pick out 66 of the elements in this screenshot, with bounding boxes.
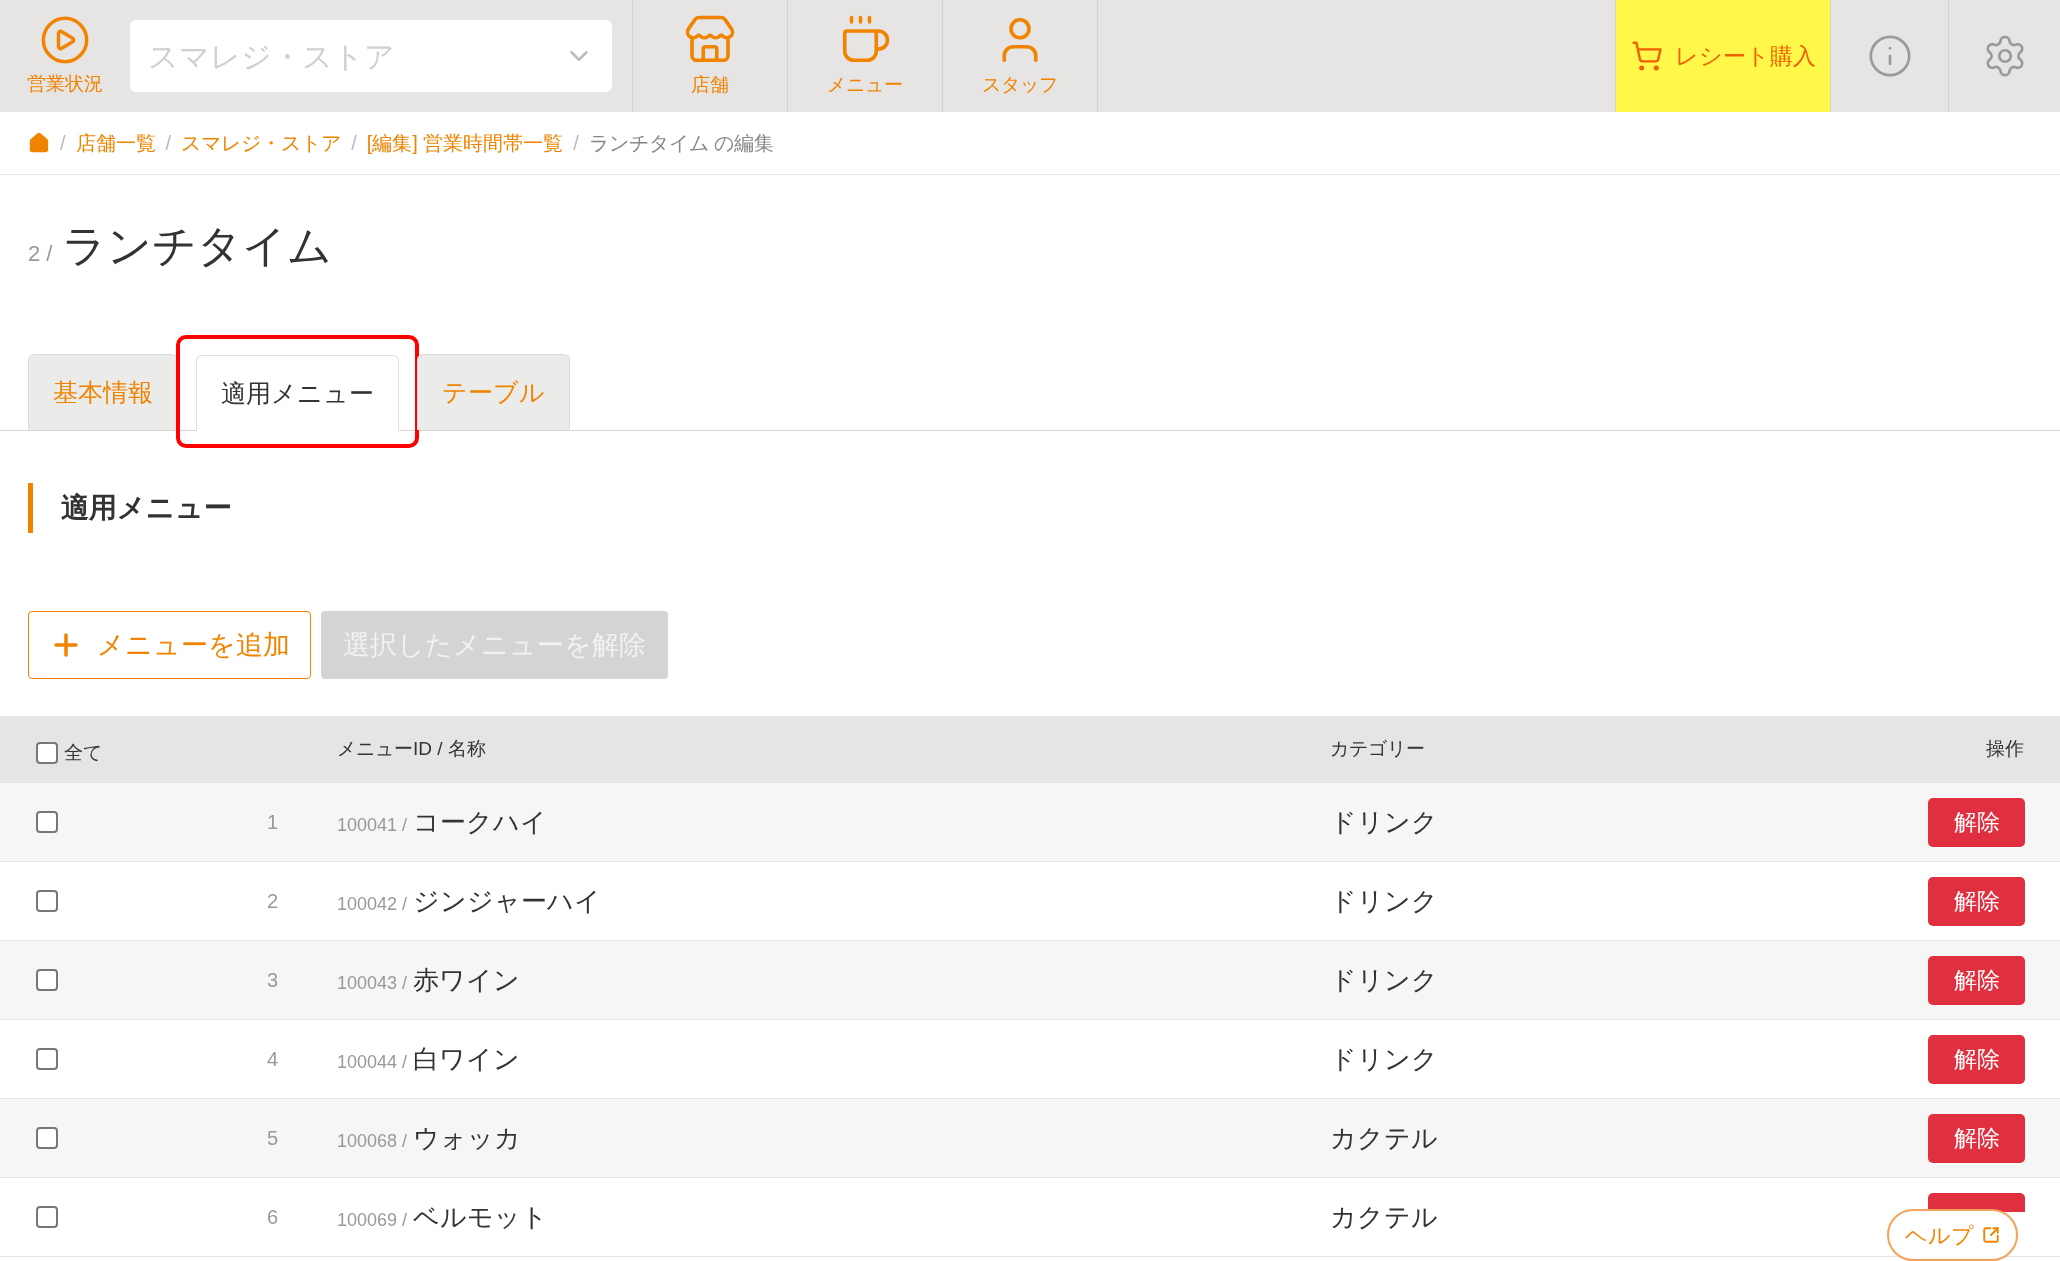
remove-button[interactable]: 解除 bbox=[1928, 876, 2025, 926]
row-checkbox[interactable] bbox=[36, 1048, 58, 1070]
menu-id: 100044 / bbox=[337, 1050, 408, 1074]
menu-id: 100041 / bbox=[337, 813, 408, 837]
menu-id: 100069 / bbox=[337, 1208, 408, 1232]
category-cell-text: ドリンク bbox=[1330, 884, 1438, 918]
external-link-icon bbox=[1982, 1226, 2000, 1244]
nav-item[interactable]: 店舗 bbox=[632, 0, 787, 112]
row-number: 2 bbox=[265, 889, 278, 914]
breadcrumb-link[interactable]: [編集] 営業時間帯一覧 bbox=[366, 128, 564, 158]
menu-name: ベルモット bbox=[413, 1200, 549, 1234]
heading-accent-bar bbox=[28, 483, 33, 533]
title-number: 2 / bbox=[28, 240, 53, 268]
page-title: ランチタイム bbox=[62, 220, 333, 272]
home-icon[interactable] bbox=[28, 132, 50, 154]
category-cell-text: ドリンク bbox=[1330, 805, 1438, 839]
row-checkbox[interactable] bbox=[36, 890, 58, 912]
breadcrumb-current: ランチタイム の編集 bbox=[588, 131, 775, 156]
tab[interactable]: テーブル bbox=[417, 354, 570, 430]
category-cell-text: ドリンク bbox=[1330, 1042, 1438, 1076]
select-all-label: 全て bbox=[64, 741, 102, 766]
column-header: メニューID / 名称 bbox=[337, 737, 487, 762]
breadcrumb-link[interactable]: 店舗一覧 bbox=[75, 128, 156, 158]
row-checkbox[interactable] bbox=[36, 1206, 58, 1228]
row-number: 5 bbox=[265, 1126, 278, 1151]
row-checkbox[interactable] bbox=[36, 811, 58, 833]
column-header: カテゴリー bbox=[1330, 737, 1426, 762]
add-menu-button[interactable]: メニューを追加 bbox=[28, 611, 311, 679]
row-checkbox[interactable] bbox=[36, 1127, 58, 1149]
breadcrumb-separator: / bbox=[165, 131, 172, 156]
remove-button[interactable] bbox=[1928, 1192, 2025, 1212]
row-number: 1 bbox=[265, 810, 278, 835]
tab[interactable]: 基本情報 bbox=[28, 354, 178, 430]
remove-button[interactable]: 解除 bbox=[1928, 797, 2025, 847]
menu-id: 100043 / bbox=[337, 971, 408, 995]
category-cell-text: カクテル bbox=[1330, 1200, 1438, 1234]
remove-button[interactable]: 解除 bbox=[1928, 1113, 2025, 1163]
nav-item[interactable]: メニュー bbox=[787, 0, 942, 112]
column-header: 操作 bbox=[1986, 737, 2025, 762]
row-number: 4 bbox=[265, 1047, 278, 1072]
status-button[interactable]: 営業状況 bbox=[0, 0, 130, 112]
menu-id: 100068 / bbox=[337, 1129, 408, 1153]
row-number: 3 bbox=[265, 968, 278, 993]
remove-button[interactable]: 解除 bbox=[1928, 1034, 2025, 1084]
menu-name: 白ワイン bbox=[413, 1042, 521, 1076]
breadcrumb-link[interactable]: スマレジ・ストア bbox=[181, 128, 342, 158]
floating-help-button[interactable]: ヘルプ bbox=[1887, 1209, 2018, 1261]
menu-name: ウォッカ bbox=[413, 1121, 522, 1155]
menu-name: ジンジャーハイ bbox=[413, 884, 602, 918]
menu-id: 100042 / bbox=[337, 892, 408, 916]
breadcrumb-separator: / bbox=[573, 131, 579, 156]
remove-button[interactable]: 解除 bbox=[1928, 955, 2025, 1005]
menu-name: 赤ワイン bbox=[413, 963, 521, 997]
receipt-button[interactable]: レシート購入 bbox=[1615, 0, 1830, 112]
cart-icon bbox=[1630, 40, 1663, 72]
select-all-checkbox[interactable] bbox=[36, 741, 58, 764]
category-cell-text: カクテル bbox=[1330, 1121, 1438, 1155]
section-title: 適用メニュー bbox=[61, 491, 232, 525]
row-checkbox[interactable] bbox=[36, 969, 58, 991]
nav-item[interactable]: スタッフ bbox=[942, 0, 1097, 112]
breadcrumb-separator: / bbox=[60, 131, 66, 156]
category-cell-text: ドリンク bbox=[1330, 963, 1438, 997]
row-number: 6 bbox=[265, 1205, 278, 1230]
breadcrumb-separator: / bbox=[351, 131, 357, 156]
tab[interactable]: 適用メニュー bbox=[196, 355, 399, 431]
menu-name: コークハイ bbox=[413, 805, 548, 839]
